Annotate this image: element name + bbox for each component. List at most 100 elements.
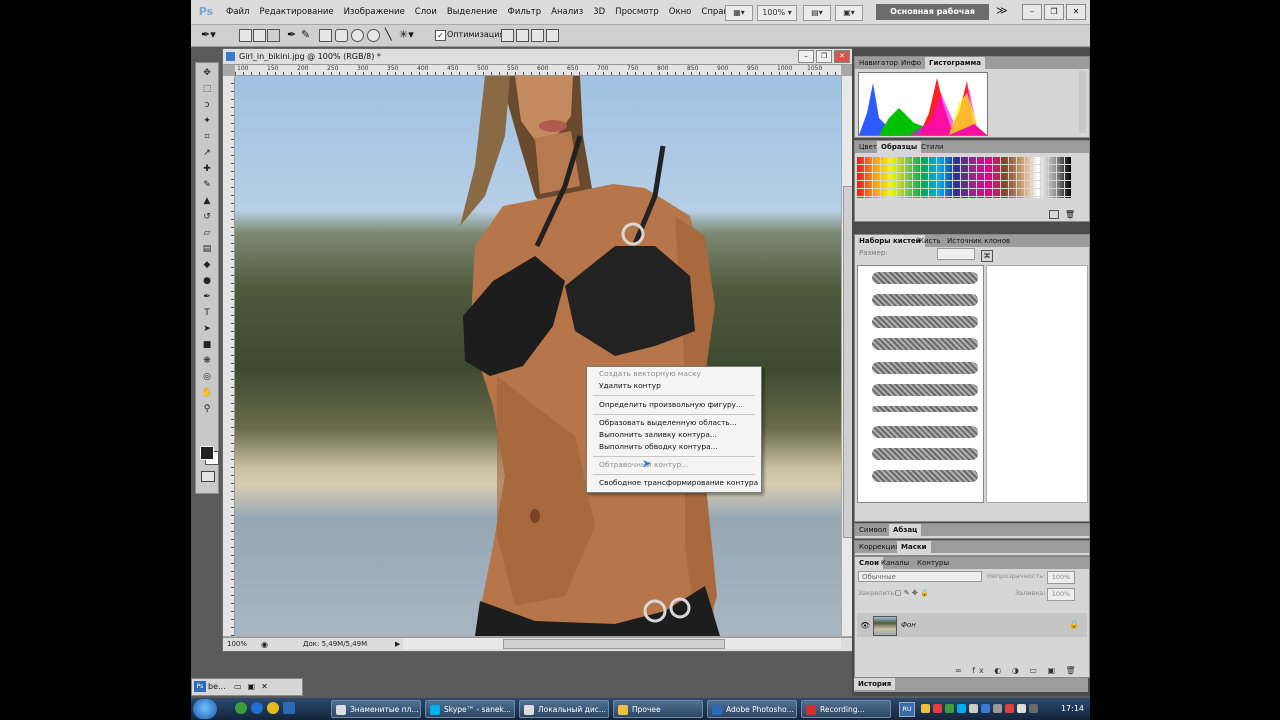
type-tool-icon[interactable]: T [200,308,214,319]
history-brush-tool-icon[interactable]: ↺ [200,212,214,223]
brush-stroke[interactable] [872,426,978,438]
add-to-path-icon[interactable] [501,29,514,42]
pen-icon[interactable]: ✒ [287,28,296,41]
brush-stroke[interactable] [872,406,978,412]
lasso-tool-icon[interactable]: ↄ [200,100,214,111]
eye-icon[interactable]: 👁 [860,621,870,630]
swatch-grid[interactable] [857,156,1071,198]
ctx-make-selection[interactable]: Образовать выделенную область... [587,417,761,429]
move-tool-icon[interactable]: ✥ [200,68,214,79]
ctx-delete-path[interactable]: Удалить контур [587,380,761,392]
brush-preview-icon[interactable]: ⌘ [981,250,993,262]
pen-tool-icon[interactable]: ✒ [200,292,214,303]
horizontal-scrollbar[interactable] [403,638,841,649]
delete-swatch-icon[interactable]: 🗑 [1065,210,1075,219]
taskbar-item-local-disk[interactable]: Локальный дис... [519,700,609,718]
zoom-tool-icon[interactable]: ⚲ [200,404,214,415]
tab-paragraph[interactable]: Абзац [889,524,922,536]
tab-channels[interactable]: Каналы [877,557,913,569]
fill-pixels-icon[interactable] [267,29,280,42]
document-restore-button[interactable]: ❐ [816,50,832,63]
layer-row-background[interactable]: 👁 Фон 🔒 [857,613,1087,637]
polygon-icon[interactable] [367,29,380,42]
more-workspaces-icon[interactable]: ≫ [996,3,1008,19]
brush-stroke[interactable] [872,294,978,306]
zoom-level-select[interactable]: 100% ▾ [757,5,797,21]
tab-brush[interactable]: Кисть [915,235,945,247]
image-canvas[interactable] [235,76,841,636]
brush-stroke[interactable] [872,448,978,460]
tray-icon[interactable] [957,704,966,713]
brush-preset-list[interactable] [857,265,984,503]
subtract-path-icon[interactable] [516,29,529,42]
tray-icon[interactable] [981,704,990,713]
minimized-document-bar[interactable]: Ps be... ▭▣✕ [191,678,303,696]
menu-select[interactable]: Выделение [442,0,503,24]
ctx-make-vector-mask[interactable]: Создать векторную маску [587,368,761,380]
ctx-define-custom-shape[interactable]: Определить произвольную фигуру... [587,399,761,411]
tab-swatches[interactable]: Образцы [877,141,922,153]
volume-icon[interactable] [1029,704,1038,713]
quicklaunch-app-icon[interactable] [235,702,247,714]
tab-navigator[interactable]: Навигатор [855,57,902,69]
optimize-checkbox[interactable]: ✓ [435,30,446,41]
hand-tool-icon[interactable]: ✋ [200,388,214,399]
ellipse-icon[interactable] [351,29,364,42]
clone-stamp-tool-icon[interactable]: ▲ [200,196,214,207]
tray-icon[interactable] [933,704,942,713]
taskbar-item-skype[interactable]: Skype™ - sanek... [425,700,515,718]
eyedropper-tool-icon[interactable]: ↗ [200,148,214,159]
desktop-icon[interactable] [283,702,295,714]
tab-histogram[interactable]: Гистограмма [925,57,985,69]
document-title-bar[interactable]: Girl_in_bikini.jpg @ 100% (RGB/8) * – ❐ … [223,49,853,65]
brush-stroke[interactable] [872,384,978,396]
menu-3d[interactable]: 3D [588,0,610,24]
tray-icon[interactable] [1005,704,1014,713]
chrome-icon[interactable] [267,702,279,714]
fill-field[interactable]: 100% [1047,588,1075,601]
taskbar-item-recording[interactable]: Recording... [801,700,891,718]
vertical-ruler[interactable] [223,76,235,636]
start-button[interactable] [193,699,217,719]
tab-clone-source[interactable]: Источник клонов [943,235,1014,247]
brush-stroke[interactable] [872,362,978,374]
crop-tool-icon[interactable]: ⌗ [200,132,214,143]
language-indicator[interactable]: RU [899,702,915,717]
minimized-controls[interactable]: ▭▣✕ [234,682,274,691]
3d-orbit-tool-icon[interactable]: ◎ [200,372,214,383]
ctx-stroke-path[interactable]: Выполнить обводку контура... [587,441,761,453]
tab-character[interactable]: Символ [855,524,891,536]
line-icon[interactable]: ╲ [385,28,392,41]
blend-mode-select[interactable]: Обычные [858,571,982,582]
brush-stroke[interactable] [872,272,978,284]
status-zoom[interactable]: 100% [227,638,247,651]
brush-tool-icon[interactable]: ✎ [200,180,214,191]
freeform-pen-icon[interactable]: ✎ [301,28,310,41]
menu-file[interactable]: Файл [221,0,254,24]
menu-window[interactable]: Окно [664,0,697,24]
taskbar-item-browser[interactable]: Знаменитые пл... [331,700,421,718]
tab-info[interactable]: Инфо [897,57,925,69]
tray-icon[interactable] [945,704,954,713]
horizontal-scroll-thumb[interactable] [503,639,725,649]
opacity-field[interactable]: 100% [1047,571,1075,584]
blur-tool-icon[interactable]: ◆ [200,260,214,271]
ctx-free-transform-path[interactable]: Свободное трансформирование контура [587,477,761,489]
brush-stroke[interactable] [872,316,978,328]
3d-rotate-tool-icon[interactable]: ❋ [200,356,214,367]
exclude-path-icon[interactable] [546,29,559,42]
quick-select-tool-icon[interactable]: ✦ [200,116,214,127]
shape-tool-icon[interactable]: ■ [200,340,214,351]
menu-image[interactable]: Изображение [339,0,410,24]
shape-layers-icon[interactable] [239,29,252,42]
brush-stroke[interactable] [872,338,978,350]
menu-view[interactable]: Просмотр [610,0,664,24]
custom-shape-icon[interactable]: ✳▾ [399,28,414,41]
new-swatch-icon[interactable] [1049,210,1059,219]
document-close-button[interactable]: ✕ [834,50,850,63]
minimize-button[interactable]: – [1022,4,1042,20]
intersect-path-icon[interactable] [531,29,544,42]
tray-icon[interactable] [921,704,930,713]
menu-filter[interactable]: Фильтр [503,0,547,24]
tray-icon[interactable] [1017,704,1026,713]
